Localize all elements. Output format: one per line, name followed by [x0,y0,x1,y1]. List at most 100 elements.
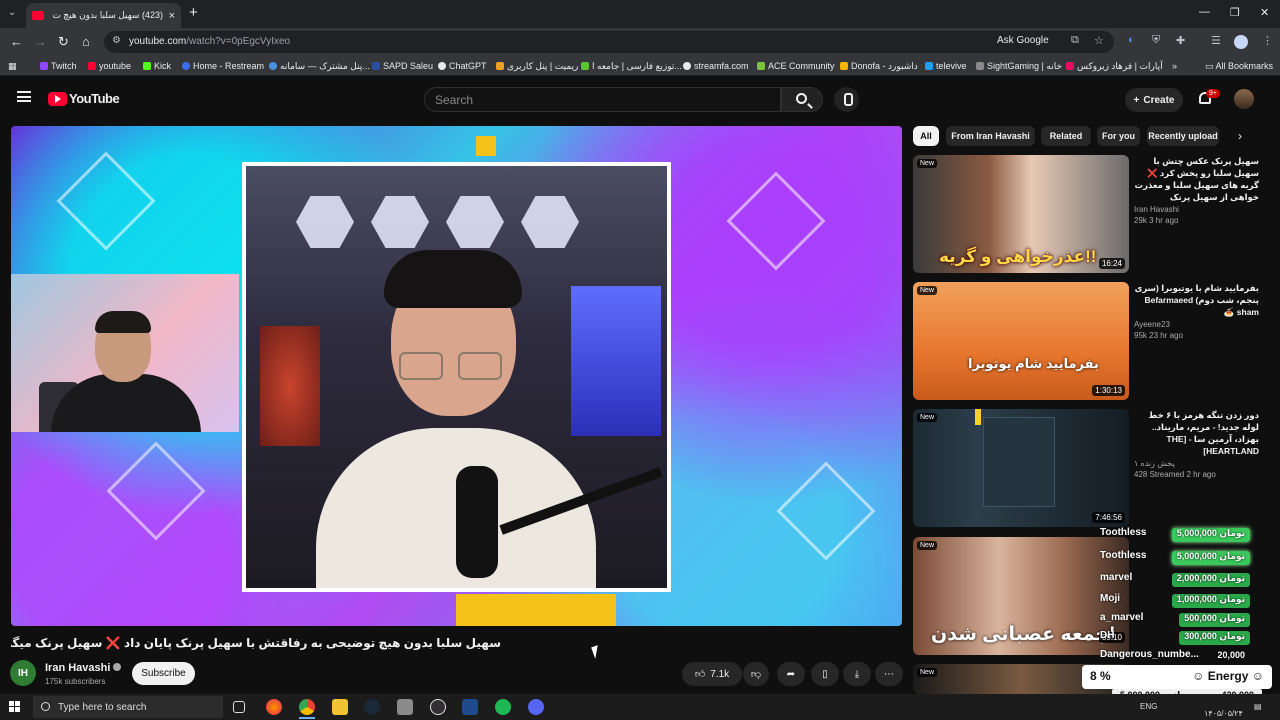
install-icon[interactable]: ⧉ [1071,34,1079,47]
minimize-icon[interactable]: — [1199,6,1210,18]
profile-avatar[interactable] [1234,35,1248,49]
video-thumbnail[interactable]: بفرمایید شام یوتوبرا New 1:30:13 [913,282,1129,400]
back-icon[interactable]: ← [10,34,23,49]
chevron-right-icon[interactable]: › [1238,129,1242,143]
task-view-icon[interactable] [233,701,245,713]
obs-icon[interactable] [430,699,446,715]
forward-icon[interactable]: → [34,34,47,49]
apps-grid-icon[interactable]: ▦ [8,61,17,72]
bookmark-item[interactable]: پنل مشترک — سامانه... [269,61,370,72]
thumbs-down-icon: 👎︎ [750,669,762,680]
subscribe-button[interactable]: Subscribe [132,662,195,685]
steam-icon[interactable] [364,699,380,715]
duration-badge: 1:30:13 [1092,385,1125,396]
video-player[interactable] [11,126,902,626]
kick-icon [143,62,151,70]
recommendation-item[interactable]: عذرخواهی و گریه!! New 16:24 سهیل پرنک عک… [913,155,1263,273]
maximize-icon[interactable]: ❐ [1230,6,1240,19]
create-button[interactable]: + Create [1125,88,1183,112]
more-actions-button[interactable]: ⋯ [875,662,903,686]
share-icon: ➦ [786,668,796,680]
glasses [458,352,502,380]
windows-start-icon[interactable] [9,701,21,713]
dislike-button[interactable]: 👎︎ [743,662,769,686]
tray-lang[interactable]: ENG [1140,702,1157,711]
bookmark-item[interactable]: SightGaming | خانه [976,61,1062,72]
donation-row: DH 300,000 تومان [1100,630,1250,646]
bookmark-star-icon[interactable]: ☆ [1094,34,1104,47]
reload-icon[interactable]: ↻ [58,34,69,50]
channel-avatar[interactable]: IH [10,660,36,686]
spotify-icon[interactable] [495,699,511,715]
youtube-logo[interactable]: YouTube [48,91,120,106]
vscode-icon[interactable] [462,699,478,715]
search-input[interactable]: Search [424,87,781,112]
tab-search-icon[interactable]: ⌄ [8,7,16,18]
discord-icon[interactable] [528,699,544,715]
chip-from-channel[interactable]: From Iran Havashi [946,126,1035,146]
video-thumbnail[interactable]: New 7:46:56 [913,409,1129,527]
bookmark-item[interactable]: youtube [88,61,131,71]
bookmark-item[interactable]: ریمیت | پنل کاربری [496,61,578,72]
bookmark-item[interactable]: Kick [143,61,171,71]
bookmark-item[interactable]: توزیع فارسی | جامعه ا... [581,61,682,72]
store-icon[interactable] [397,699,413,715]
chip-all[interactable]: All [913,126,939,146]
site-info-icon[interactable]: ⚙ [112,35,121,46]
more-bookmarks-icon[interactable]: » [1172,61,1177,71]
notification-center-icon[interactable]: ▤ [1254,702,1262,711]
hex-light [446,196,504,248]
taskbar-search-input[interactable]: Type here to search [33,696,223,718]
tozi-icon [581,62,589,70]
bookmark-item[interactable]: Donofa - داشبورد [840,61,918,72]
streamer-hair [95,311,151,333]
streamfa-icon [683,62,691,70]
new-tab-icon[interactable]: + [189,4,198,21]
voice-search-icon[interactable] [834,87,859,112]
share-button[interactable]: ➦ [777,662,805,686]
account-avatar[interactable] [1234,89,1254,109]
video-thumbnail[interactable]: عذرخواهی و گریه!! New 16:24 [913,155,1129,273]
menu-icon[interactable] [17,91,31,102]
reading-list-icon[interactable]: ☰ [1211,34,1221,47]
home-icon[interactable]: ⌂ [82,34,90,49]
background-diamond [776,461,876,561]
chip-for-you[interactable]: For you [1097,126,1140,146]
bookmark-item[interactable]: ACE Community [757,61,835,71]
address-bar[interactable]: ⚙ youtube.com/watch?v=0pEgcVyIxeo Ask Go… [104,31,1114,53]
recommendation-item[interactable]: بفرمایید شام یوتوبرا New 1:30:13 بفرمایی… [913,282,1263,400]
browser-toolbar: ← → ↻ ⌂ ⚙ youtube.com/watch?v=0pEgcVyIxe… [0,28,1280,56]
browser-tab[interactable]: (423) سهیل سلبا بدون هیچ ت × [26,3,181,28]
bookmark-item[interactable]: SAPD Saleu [372,61,433,71]
search-button[interactable] [781,87,823,112]
extensions-puzzle-icon[interactable]: ✚ [1176,34,1185,47]
bookmark-item[interactable]: آپارات | فرهاد زیروکس [1066,61,1163,72]
video-title: سهیل سلبا بدون هیچ توضیحی به رفاقتش با س… [11,636,501,650]
channel-name[interactable]: Iran Havashi [45,662,122,674]
chrome-icon[interactable] [299,699,315,715]
bookmark-item[interactable]: ChatGPT [438,61,487,71]
video-thumbnail[interactable]: جمعه عصبانی شدن! New 39:10 [913,537,1129,655]
bookmark-item[interactable]: Twitch [40,61,77,71]
firefox-icon[interactable] [266,699,282,715]
all-bookmarks[interactable]: ▭ All Bookmarks [1205,61,1273,72]
more-menu-icon[interactable]: ⋮ [1262,34,1273,47]
save-button[interactable]: ▯ [811,662,839,686]
chip-related[interactable]: Related [1041,126,1091,146]
tray-date[interactable]: ۱۴۰۵/۰۵/۲۴ [1204,709,1243,718]
recommendation-item[interactable]: New 7:46:56 دور زدن تنگه هرمز با ۶ خط لو… [913,409,1263,527]
close-tab-icon[interactable]: × [169,10,175,22]
emoji-icon: ☺ [1192,669,1208,683]
ask-google-button[interactable]: Ask Google [997,35,1049,46]
extension-icon[interactable]: ◐ [1128,34,1135,46]
bookmark-item[interactable]: televive [925,61,967,71]
red-light [260,326,320,446]
bookmark-item[interactable]: Home - Restream [182,61,264,71]
shield-icon[interactable]: ⛨ [1152,34,1160,47]
download-button[interactable]: ⤓ [843,662,871,686]
chip-recently-uploaded[interactable]: Recently upload [1147,126,1219,146]
file-explorer-icon[interactable] [332,699,348,715]
close-window-icon[interactable]: ✕ [1260,6,1269,19]
bookmark-item[interactable]: streamfa.com [683,61,749,71]
like-button[interactable]: 👍︎ 7.1k [682,662,742,686]
